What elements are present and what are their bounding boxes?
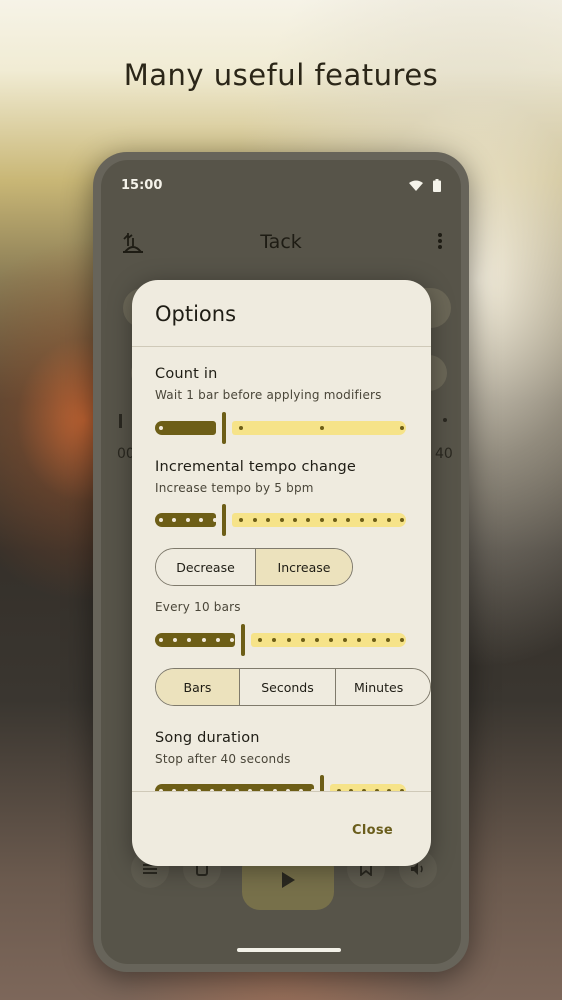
- home-indicator[interactable]: [237, 948, 341, 952]
- count-in-subtitle: Wait 1 bar before applying modifiers: [155, 388, 382, 402]
- slider-tick-dot: [239, 426, 243, 430]
- tack-logo-icon[interactable]: [121, 230, 145, 254]
- slider-tick-dot: [280, 518, 284, 522]
- slider-inactive-track: [232, 513, 406, 527]
- slider-tick-dot: [306, 518, 310, 522]
- every-slider[interactable]: [155, 624, 406, 656]
- slider-tick-dot: [329, 638, 333, 642]
- options-dialog: Options Count in Wait 1 bar before apply…: [132, 280, 431, 866]
- slider-tick-dot: [172, 518, 176, 522]
- slider-tick-dot: [346, 518, 350, 522]
- headline: Many useful features: [123, 58, 439, 92]
- slider-tick-dot: [187, 638, 191, 642]
- background-slider-tick-right: [443, 418, 447, 422]
- slider-active-track: [155, 633, 235, 647]
- slider-tick-dot: [287, 638, 291, 642]
- count-in-title: Count in: [155, 366, 218, 382]
- tempo-change-slider[interactable]: [155, 504, 406, 536]
- slider-inactive-track: [330, 784, 406, 791]
- wifi-icon: [409, 180, 423, 191]
- slider-tick-dot: [258, 638, 262, 642]
- increase-segment[interactable]: Increase: [255, 549, 352, 585]
- status-icons: [409, 179, 441, 192]
- minutes-segment[interactable]: Minutes: [336, 669, 430, 705]
- slider-tick-dot: [360, 518, 364, 522]
- slider-tick-dot: [400, 518, 404, 522]
- slider-thumb[interactable]: [320, 775, 324, 791]
- slider-tick-dot: [373, 518, 377, 522]
- background-right-value: 40: [435, 446, 453, 462]
- unit-segmented-button: Bars Seconds Minutes: [155, 668, 431, 706]
- song-duration-slider[interactable]: [155, 775, 406, 791]
- status-bar: 15:00: [121, 178, 441, 193]
- close-button[interactable]: Close: [352, 823, 393, 838]
- slider-tick-dot: [315, 638, 319, 642]
- slider-tick-dot: [202, 638, 206, 642]
- slider-active-track: [155, 421, 216, 435]
- slider-tick-dot: [239, 518, 243, 522]
- slider-tick-dot: [173, 638, 177, 642]
- decrease-segment[interactable]: Decrease: [156, 549, 256, 585]
- slider-thumb[interactable]: [222, 412, 226, 444]
- slider-tick-dot: [372, 638, 376, 642]
- song-duration-subtitle: Stop after 40 seconds: [155, 752, 291, 766]
- slider-tick-dot: [320, 518, 324, 522]
- app-title: Tack: [260, 231, 302, 253]
- slider-thumb[interactable]: [222, 504, 226, 536]
- seconds-segment[interactable]: Seconds: [240, 669, 336, 705]
- app-bar: Tack: [101, 222, 461, 262]
- slider-tick-dot: [266, 518, 270, 522]
- dialog-title: Options: [155, 302, 237, 326]
- slider-tick-dot: [343, 638, 347, 642]
- slider-tick-dot: [253, 518, 257, 522]
- song-duration-title: Song duration: [155, 730, 260, 746]
- slider-tick-dot: [159, 518, 163, 522]
- slider-tick-dot: [293, 518, 297, 522]
- dialog-bottom-divider: [132, 791, 431, 792]
- slider-tick-dot: [333, 518, 337, 522]
- more-vert-icon[interactable]: [437, 232, 443, 250]
- slider-tick-dot: [386, 638, 390, 642]
- every-label: Every 10 bars: [155, 600, 241, 614]
- slider-inactive-track: [232, 421, 406, 435]
- battery-icon: [433, 179, 441, 192]
- play-icon: [282, 872, 295, 888]
- slider-tick-dot: [400, 426, 404, 430]
- bars-segment[interactable]: Bars: [156, 669, 240, 705]
- slider-tick-dot: [159, 638, 163, 642]
- slider-tick-dot: [213, 518, 217, 522]
- slider-tick-dot: [186, 518, 190, 522]
- slider-tick-dot: [230, 638, 234, 642]
- slider-thumb[interactable]: [241, 624, 245, 656]
- slider-tick-dot: [301, 638, 305, 642]
- dialog-scroll-content[interactable]: Count in Wait 1 bar before applying modi…: [132, 347, 431, 791]
- slider-tick-dot: [199, 518, 203, 522]
- slider-tick-dot: [400, 638, 404, 642]
- background-slider-tick-left: [119, 414, 122, 428]
- slider-tick-dot: [216, 638, 220, 642]
- incremental-subtitle: Increase tempo by 5 bpm: [155, 481, 314, 495]
- count-in-slider[interactable]: [155, 412, 406, 444]
- status-time: 15:00: [121, 178, 163, 193]
- slider-tick-dot: [159, 426, 163, 430]
- slider-tick-dot: [272, 638, 276, 642]
- slider-tick-dot: [320, 426, 324, 430]
- slider-tick-dot: [387, 518, 391, 522]
- slider-tick-dot: [357, 638, 361, 642]
- direction-segmented-button: Decrease Increase: [155, 548, 353, 586]
- incremental-title: Incremental tempo change: [155, 459, 357, 475]
